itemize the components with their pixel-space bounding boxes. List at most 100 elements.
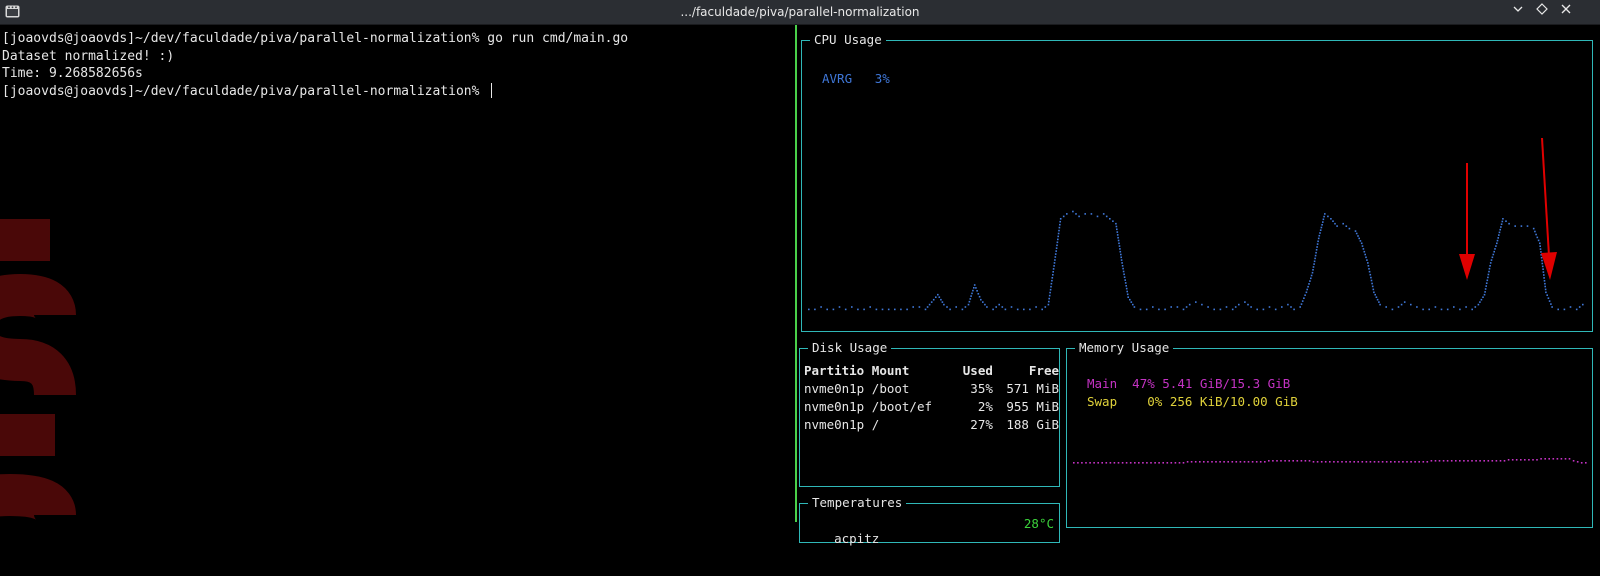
- cpu-history-point: [1120, 253, 1122, 256]
- cpu-history-point: [820, 306, 822, 308]
- cpu-history-point: [838, 306, 841, 308]
- memory-history-point: [1455, 460, 1457, 462]
- cpu-history-point: [1195, 301, 1197, 303]
- cpu-history-point: [924, 308, 927, 311]
- cpu-history-point: [1493, 250, 1495, 253]
- memory-history-point: [1296, 460, 1299, 462]
- cpu-history-point: [1115, 222, 1117, 225]
- cpu-history-point: [1361, 245, 1364, 247]
- cpu-history-point: [1323, 215, 1325, 218]
- maximize-button[interactable]: [1533, 3, 1551, 21]
- terminal-pane[interactable]: [joaovds@joaovds]~/dev/faculdade/piva/pa…: [0, 25, 794, 522]
- cpu-history-point: [875, 308, 878, 311]
- cpu-history-point: [1327, 215, 1329, 218]
- memory-history-point: [1442, 460, 1445, 462]
- table-row[interactable]: nvme0n1p / 27% 188 GiB: [804, 415, 1059, 433]
- memory-history-point: [1381, 461, 1384, 463]
- table-row[interactable]: nvme0n1p /boot 35% 571 MiB: [804, 379, 1059, 397]
- col-header-used[interactable]: Used: [954, 361, 993, 379]
- used-cell: 27%: [970, 416, 993, 432]
- cpu-history-point: [1550, 303, 1552, 305]
- memory-history-point: [1414, 461, 1416, 463]
- cpu-history-point: [930, 301, 933, 303]
- cpu-history-point: [1075, 213, 1077, 215]
- memory-history-point: [1503, 460, 1506, 462]
- cpu-history-point: [1306, 288, 1308, 291]
- memory-history-point: [1117, 462, 1120, 464]
- cpu-history-point: [973, 287, 975, 289]
- cpu-history-point: [1164, 308, 1166, 311]
- cpu-history-point: [972, 289, 974, 292]
- memory-history-point: [1532, 459, 1534, 461]
- minimize-button[interactable]: [1509, 3, 1527, 21]
- text-cursor: [491, 82, 493, 98]
- col-header-partition[interactable]: Partitio: [804, 361, 872, 379]
- cpu-history-point: [1066, 213, 1068, 215]
- cpu-history-point: [1300, 303, 1303, 305]
- cpu-history-point: [1055, 250, 1057, 252]
- memory-history-point: [1199, 461, 1201, 463]
- cpu-history-point: [1547, 297, 1550, 299]
- table-row[interactable]: nvme0n1p /boot/ef 2% 955 MiB: [804, 397, 1059, 415]
- cpu-history-point: [1304, 294, 1306, 296]
- close-button[interactable]: [1557, 3, 1575, 21]
- cpu-history-point: [1116, 231, 1119, 233]
- cpu-history-point: [969, 298, 972, 300]
- cpu-history-point: [1440, 308, 1443, 311]
- cpu-history-point: [1299, 306, 1301, 308]
- col-header-free[interactable]: Free: [993, 361, 1059, 379]
- cpu-history-point: [1170, 306, 1172, 308]
- cpu-history-point: [1109, 218, 1111, 220]
- cpu-history-point: [1496, 239, 1499, 242]
- cpu-history-point: [1370, 279, 1373, 282]
- memory-history-point: [1178, 462, 1181, 464]
- cpu-history-point: [1274, 308, 1277, 311]
- pane-divider[interactable]: [795, 25, 797, 522]
- cpu-history-point: [826, 308, 828, 311]
- terminal-prompt-line[interactable]: [joaovds@joaovds]~/dev/faculdade/piva/pa…: [2, 82, 794, 101]
- cpu-history-point: [1309, 280, 1311, 282]
- memory-history-point: [1576, 461, 1579, 463]
- memory-history-point: [1422, 461, 1425, 463]
- temperature-sensor-name: acpitz: [834, 531, 880, 546]
- cpu-history-point: [1379, 303, 1381, 306]
- memory-history-point: [1284, 460, 1286, 462]
- cpu-history-point: [900, 308, 902, 311]
- cpu-history-point: [1494, 248, 1496, 250]
- cpu-history-point: [1041, 308, 1043, 311]
- cpu-history-point: [1317, 240, 1319, 243]
- memory-history-point: [1491, 460, 1494, 462]
- cpu-history-point: [1359, 240, 1362, 242]
- cpu-history-point: [1119, 250, 1122, 253]
- cpu-history-point: [1185, 306, 1188, 308]
- cpu-history-point: [1056, 241, 1059, 244]
- cpu-history-point: [1052, 274, 1054, 276]
- partition-cell: nvme0n1p: [804, 380, 865, 396]
- memory-history-graph: [1073, 458, 1587, 464]
- cpu-history-point: [955, 306, 957, 308]
- memory-history-point: [1288, 460, 1290, 462]
- cpu-history-point: [1371, 282, 1373, 285]
- memory-history-point: [1142, 462, 1144, 464]
- cpu-history-point: [1314, 257, 1316, 260]
- cpu-history-point: [1120, 256, 1122, 259]
- cpu-history-point: [1139, 308, 1142, 311]
- cpu-history-point: [1054, 259, 1056, 261]
- memory-history-point: [1385, 461, 1388, 463]
- cpu-history-point: [1374, 293, 1376, 296]
- memory-history-point: [1357, 461, 1359, 463]
- cpu-history-point: [1315, 251, 1317, 254]
- cpu-history-point: [1539, 248, 1542, 250]
- col-header-mount[interactable]: Mount: [872, 361, 954, 379]
- memory-history-point: [1231, 461, 1234, 463]
- cpu-history-point: [1213, 308, 1215, 311]
- cpu-history-point: [1497, 237, 1499, 239]
- disk-panel-title: Disk Usage: [808, 340, 892, 355]
- memory-history-point: [1556, 458, 1559, 460]
- terminal-line: Time: 9.268582656s: [2, 66, 143, 81]
- cpu-history-point: [1117, 236, 1119, 239]
- cpu-history-point: [1498, 234, 1500, 236]
- disk-table-header: Partitio Mount Used Free: [804, 361, 1059, 379]
- cpu-history-point: [887, 308, 890, 311]
- cpu-history-point: [1053, 265, 1055, 267]
